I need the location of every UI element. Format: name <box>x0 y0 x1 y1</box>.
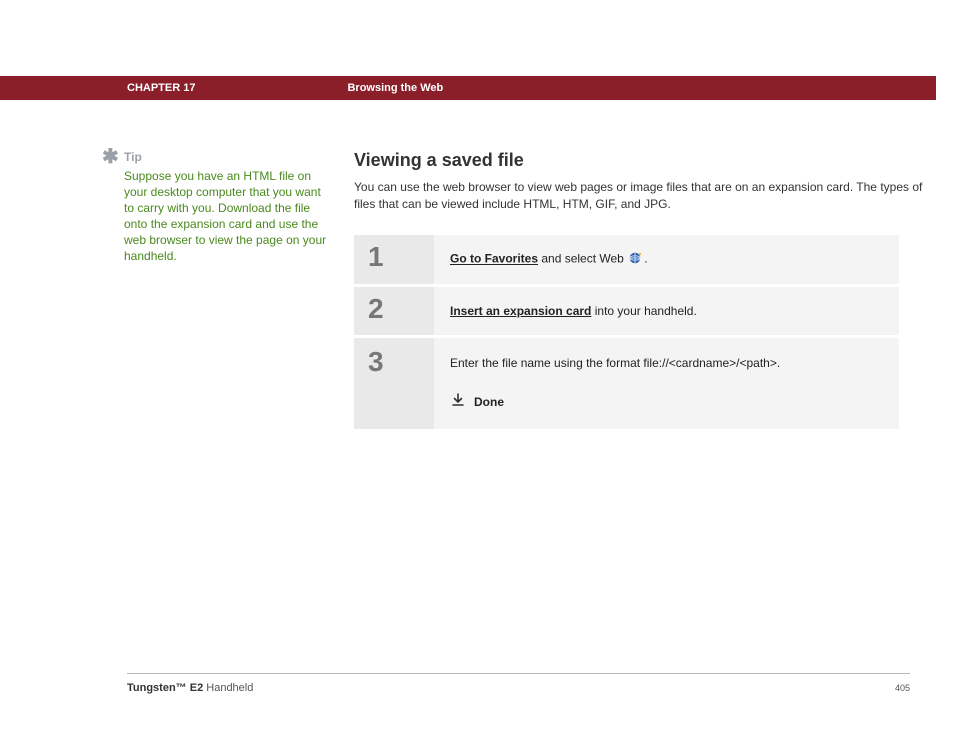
step-number: 2 <box>368 293 384 325</box>
step-number-cell: 2 <box>354 287 434 335</box>
step-text: into your handheld. <box>591 304 696 318</box>
step-number: 1 <box>368 241 384 273</box>
main-content: Viewing a saved file You can use the web… <box>354 150 934 432</box>
tip-heading: Tip <box>124 150 334 164</box>
step-number: 3 <box>368 346 384 378</box>
step-body: Enter the file name using the format fil… <box>434 338 899 429</box>
go-to-favorites-link[interactable]: Go to Favorites <box>450 252 538 266</box>
tip-body: Suppose you have an HTML file on your de… <box>124 168 334 264</box>
step-tail: . <box>644 252 647 266</box>
step-body: Go to Favorites and select Web . <box>434 235 899 284</box>
step-text: Enter the file name using the format fil… <box>450 356 883 370</box>
web-icon <box>628 251 643 268</box>
download-done-icon <box>450 392 466 411</box>
chapter-number: CHAPTER 17 <box>127 82 195 94</box>
step-row: 2 Insert an expansion card into your han… <box>354 287 899 335</box>
section-title: Viewing a saved file <box>354 150 934 171</box>
product-rest: Handheld <box>203 682 253 694</box>
step-body: Insert an expansion card into your handh… <box>434 287 899 335</box>
done-label: Done <box>474 395 504 409</box>
step-text: and select Web <box>538 252 627 266</box>
footer: Tungsten™ E2 Handheld 405 <box>127 682 910 694</box>
step-row: 3 Enter the file name using the format f… <box>354 338 899 429</box>
step-number-cell: 3 <box>354 338 434 429</box>
product-bold: Tungsten™ E2 <box>127 682 203 694</box>
footer-divider <box>127 673 910 674</box>
sidebar-tip: ✱ Tip Suppose you have an HTML file on y… <box>0 150 354 432</box>
done-row: Done <box>450 392 883 411</box>
insert-expansion-card-link[interactable]: Insert an expansion card <box>450 304 591 318</box>
steps-list: 1 Go to Favorites and select Web . 2 Ins… <box>354 235 899 429</box>
step-number-cell: 1 <box>354 235 434 284</box>
section-intro: You can use the web browser to view web … <box>354 179 934 213</box>
content: ✱ Tip Suppose you have an HTML file on y… <box>0 150 954 432</box>
asterisk-icon: ✱ <box>102 150 124 264</box>
chapter-header: CHAPTER 17 Browsing the Web <box>0 76 936 100</box>
product-name: Tungsten™ E2 Handheld <box>127 682 253 694</box>
step-row: 1 Go to Favorites and select Web . <box>354 235 899 284</box>
chapter-topic: Browsing the Web <box>347 82 443 94</box>
page-number: 405 <box>895 683 910 693</box>
